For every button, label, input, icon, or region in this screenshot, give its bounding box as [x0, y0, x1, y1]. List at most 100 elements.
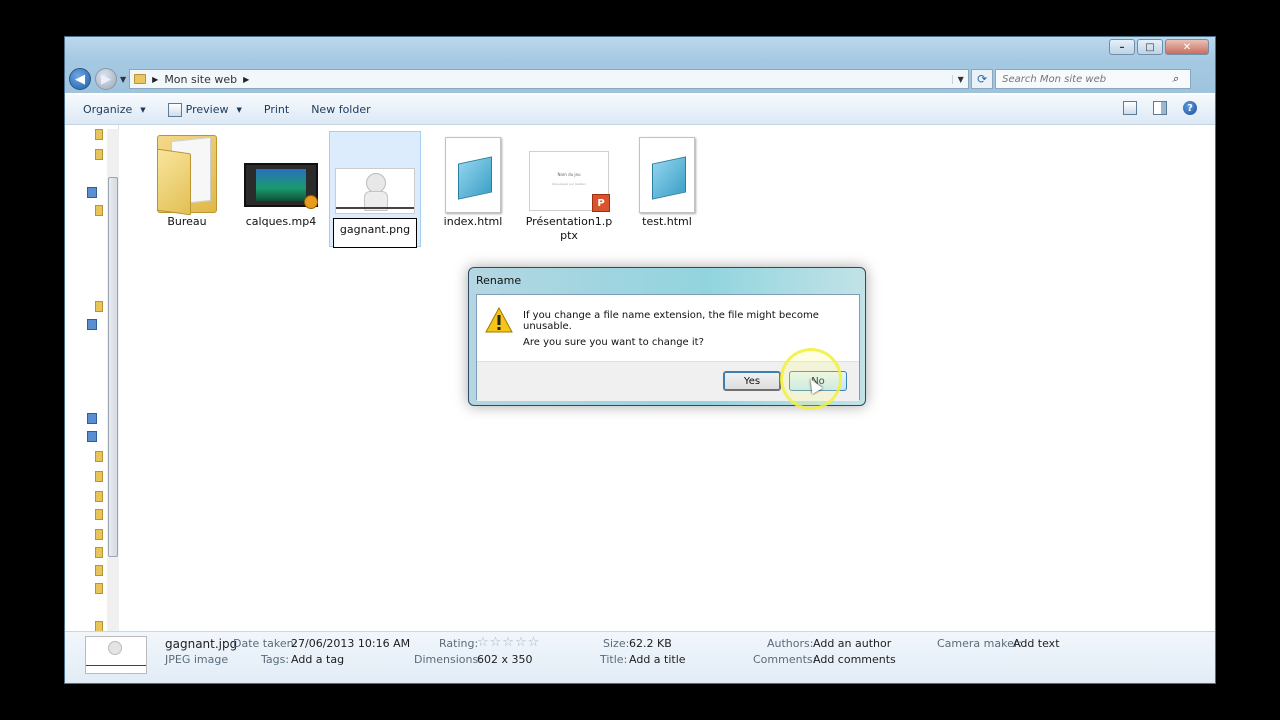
thumbnail: [331, 132, 419, 218]
folder-icon[interactable]: [95, 471, 103, 482]
preview-pane-icon[interactable]: [1153, 101, 1167, 115]
folder-icon[interactable]: [95, 491, 103, 502]
scrollbar-thumb[interactable]: [108, 177, 118, 557]
toolbar-right: ?: [1123, 101, 1197, 115]
chevron-down-icon: ▼: [236, 105, 242, 114]
search-input[interactable]: [1002, 73, 1173, 85]
desktop-icon[interactable]: [87, 187, 97, 198]
breadcrumb-separator-icon[interactable]: ▶: [152, 75, 158, 84]
size-label: Size:: [603, 637, 630, 650]
video-icon: [244, 163, 318, 209]
navigation-scrollbar[interactable]: [107, 129, 119, 633]
folder-icon[interactable]: [95, 529, 103, 540]
change-view-icon[interactable]: [1123, 101, 1137, 115]
dimensions-label: Dimensions:: [414, 653, 482, 666]
close-button[interactable]: ✕: [1165, 39, 1209, 55]
favorites-folder-icon[interactable]: [95, 129, 103, 140]
new-folder-button[interactable]: New folder: [311, 103, 370, 116]
size-value: 62.2 KB: [629, 637, 672, 650]
recent-pages-dropdown[interactable]: ▼: [120, 75, 126, 84]
dialog-message: If you change a file name extension, the…: [523, 310, 819, 332]
back-button[interactable]: ◀: [69, 68, 91, 90]
thumbnail: [623, 129, 711, 215]
organize-menu[interactable]: Organize ▼: [83, 103, 146, 116]
file-item-index[interactable]: index.html: [427, 129, 519, 229]
thumbnail: [429, 129, 517, 215]
warning-icon: [485, 307, 513, 333]
file-item-gagnant[interactable]: gagnant.png: [329, 131, 421, 248]
folder-icon: [157, 129, 217, 216]
rating-stars[interactable]: ☆☆☆☆☆: [477, 635, 540, 650]
homegroup-icon[interactable]: [87, 413, 97, 424]
forward-button[interactable]: ▶: [95, 68, 117, 90]
details-filename: gagnant.jpg: [165, 637, 238, 651]
authors-value[interactable]: Add an author: [813, 637, 891, 650]
title-value[interactable]: Add a title: [629, 653, 686, 666]
folder-icon[interactable]: [95, 547, 103, 558]
folder-icon[interactable]: [95, 583, 103, 594]
details-thumbnail: [85, 636, 147, 674]
file-name: test.html: [642, 215, 692, 228]
yes-button[interactable]: Yes: [723, 371, 781, 391]
thumbnail: Nom du jeu Développé par Gaëtan P: [525, 129, 613, 215]
camera-maker-value[interactable]: Add text: [1013, 637, 1060, 650]
folder-icon[interactable]: [95, 509, 103, 520]
folder-icon[interactable]: [95, 565, 103, 576]
dialog-title: Rename: [476, 274, 522, 287]
details-filetype: JPEG image: [165, 653, 229, 666]
details-pane: gagnant.jpg JPEG image Date taken: 27/06…: [65, 631, 1215, 683]
command-bar: Organize ▼ Preview ▼ Print New folder ?: [65, 95, 1215, 125]
title-label: Title:: [600, 653, 628, 666]
window-controls: – □ ✕: [1109, 39, 1209, 55]
navigation-bar: ◀ ▶ ▼ ▶ Mon site web ▶ ▼ ⟳ ⌕: [65, 67, 1215, 91]
title-bar: – □ ✕ ◀ ▶ ▼ ▶ Mon site web ▶ ▼ ⟳ ⌕: [65, 37, 1215, 93]
preview-menu[interactable]: Preview ▼: [167, 102, 242, 117]
folder-icon[interactable]: [95, 451, 103, 462]
rename-textbox[interactable]: gagnant.png: [332, 218, 418, 248]
file-item-test[interactable]: test.html: [621, 129, 713, 229]
tags-label: Tags:: [261, 653, 290, 666]
address-dropdown-icon[interactable]: ▼: [952, 74, 968, 84]
preview-icon: [167, 102, 182, 117]
search-icon[interactable]: ⌕: [1172, 72, 1178, 86]
minimize-button[interactable]: –: [1109, 39, 1135, 55]
folder-icon[interactable]: [95, 149, 103, 160]
file-name: Bureau: [167, 215, 207, 228]
dialog-question: Are you sure you want to change it?: [523, 337, 704, 348]
thumbnail: [237, 129, 325, 215]
file-item-calques[interactable]: calques.mp4: [235, 129, 327, 229]
folder-icon[interactable]: [95, 205, 103, 216]
breadcrumb-separator-icon[interactable]: ▶: [243, 75, 249, 84]
search-box[interactable]: ⌕: [995, 69, 1192, 89]
file-name: index.html: [443, 215, 503, 228]
refresh-button[interactable]: ⟳: [971, 69, 994, 89]
camera-maker-label: Camera maker:: [937, 637, 1022, 650]
help-icon[interactable]: ?: [1183, 101, 1197, 115]
rating-label: Rating:: [439, 637, 479, 650]
comments-value[interactable]: Add comments: [813, 653, 896, 666]
file-item-bureau[interactable]: Bureau: [141, 129, 233, 229]
date-taken-label: Date taken:: [233, 637, 298, 650]
image-thumbnail: [335, 168, 415, 214]
file-name: calques.mp4: [245, 215, 317, 228]
network-icon[interactable]: [87, 319, 97, 330]
html-file-icon: [639, 137, 695, 213]
tags-value[interactable]: Add a tag: [291, 653, 344, 666]
powerpoint-icon: P: [592, 194, 610, 212]
date-taken-value[interactable]: 27/06/2013 10:16 AM: [291, 637, 410, 650]
thumbnail: [143, 129, 231, 216]
maximize-button[interactable]: □: [1137, 39, 1163, 55]
slide-title: Nom du jeu: [557, 172, 581, 177]
folder-icon[interactable]: [95, 301, 103, 312]
breadcrumb-mon-site-web[interactable]: Mon site web: [164, 73, 237, 86]
address-bar[interactable]: ▶ Mon site web ▶ ▼: [129, 69, 970, 89]
computer-icon[interactable]: [87, 431, 97, 442]
preview-label: Preview: [185, 103, 229, 116]
chevron-down-icon: ▼: [140, 105, 146, 114]
print-button[interactable]: Print: [264, 103, 289, 116]
powerpoint-thumbnail: Nom du jeu Développé par Gaëtan P: [529, 151, 610, 212]
file-name: Présentation1.pptx: [525, 215, 613, 242]
file-item-presentation[interactable]: Nom du jeu Développé par Gaëtan P Présen…: [523, 129, 615, 243]
comments-label: Comments:: [753, 653, 817, 666]
authors-label: Authors:: [767, 637, 814, 650]
